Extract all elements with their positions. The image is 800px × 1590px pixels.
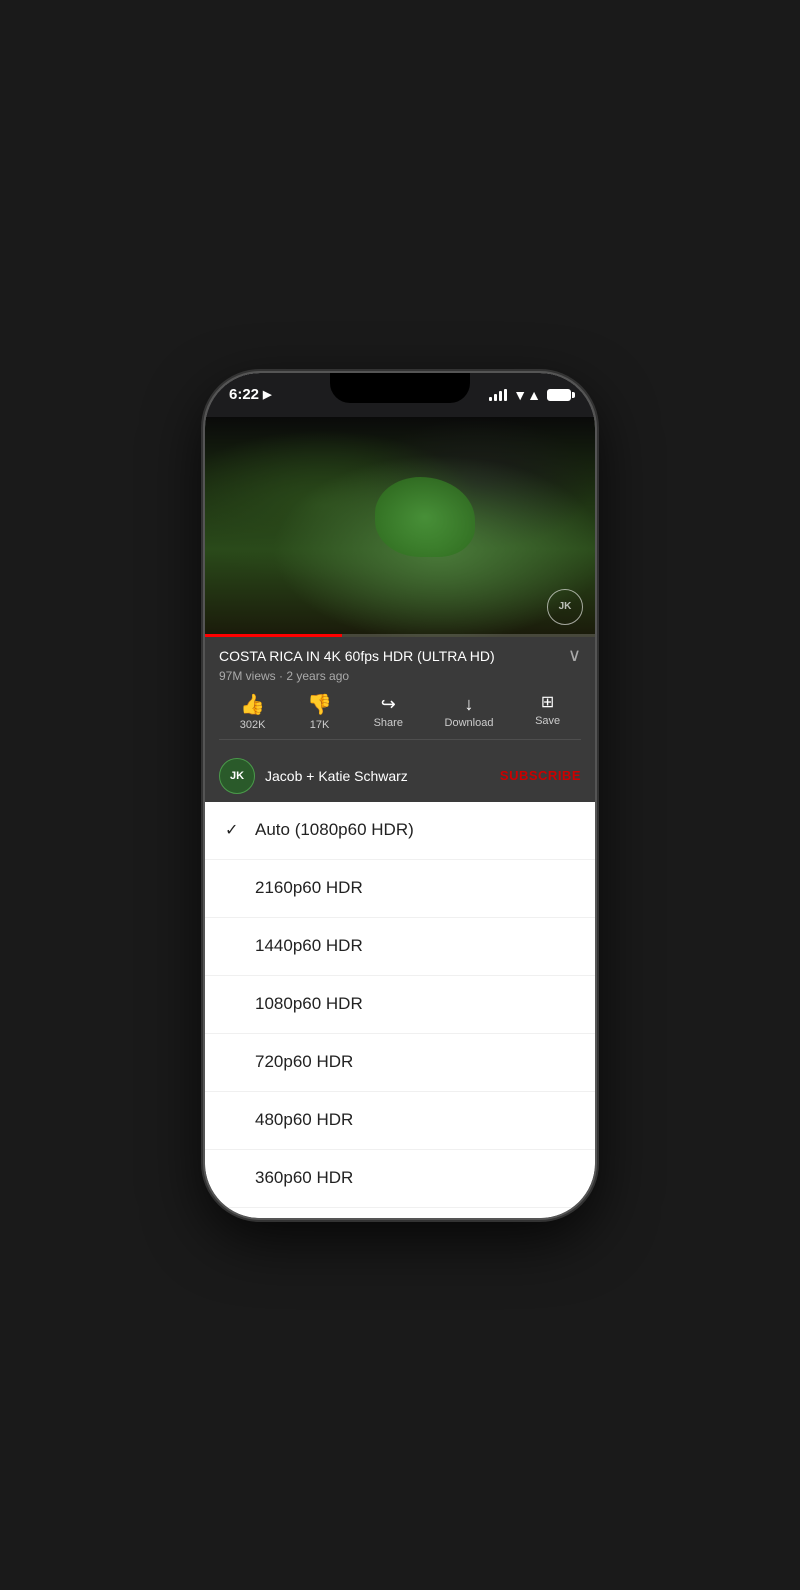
save-label: Save <box>535 715 560 727</box>
share-button[interactable]: ↪ Share <box>374 695 403 731</box>
video-title-row: COSTA RICA IN 4K 60fps HDR (ULTRA HD) ∨ <box>219 647 581 666</box>
quality-option-auto[interactable]: ✓ Auto (1080p60 HDR) <box>205 802 595 860</box>
quality-option-1440[interactable]: 1440p60 HDR <box>205 918 595 976</box>
share-label: Share <box>374 717 403 729</box>
quality-option-360[interactable]: 360p60 HDR <box>205 1150 595 1208</box>
download-label: Download <box>445 717 494 729</box>
quality-label-720: 720p60 HDR <box>255 1052 353 1072</box>
signal-icon <box>489 389 507 401</box>
quality-list: ✓ Auto (1080p60 HDR) 2160p60 HDR 1440p60… <box>205 802 595 1218</box>
like-count: 302K <box>240 719 266 731</box>
battery-icon <box>547 389 571 401</box>
like-icon: 👍 <box>240 695 265 715</box>
notch <box>330 373 470 403</box>
wifi-icon: ▼▲ <box>513 387 541 403</box>
quality-label-2160: 2160p60 HDR <box>255 878 363 898</box>
like-button[interactable]: 👍 302K <box>240 695 266 731</box>
video-meta: 97M views · 2 years ago <box>219 669 581 683</box>
channel-name[interactable]: Jacob + Katie Schwarz <box>265 768 500 784</box>
dislike-button[interactable]: 👎 17K <box>307 695 332 731</box>
quality-label-480: 480p60 HDR <box>255 1110 353 1130</box>
video-info-panel: COSTA RICA IN 4K 60fps HDR (ULTRA HD) ∨ … <box>205 637 595 750</box>
quality-label-1440: 1440p60 HDR <box>255 936 363 956</box>
status-time: 6:22 ▶ <box>229 386 272 403</box>
avatar[interactable]: JK <box>219 758 255 794</box>
share-icon: ↪ <box>381 695 396 713</box>
video-thumbnail[interactable]: JK <box>205 417 595 637</box>
save-icon: ⊞ <box>541 695 554 711</box>
location-icon: ▶ <box>263 388 271 401</box>
action-buttons-row: 👍 302K 👎 17K ↪ Share ↓ Download ⊞ Sa <box>219 683 581 740</box>
quality-option-240[interactable]: 240p60 HDR <box>205 1208 595 1218</box>
video-title: COSTA RICA IN 4K 60fps HDR (ULTRA HD) <box>219 647 560 665</box>
check-icon: ✓ <box>225 820 255 840</box>
phone-screen: 6:22 ▶ ▼▲ JK <box>205 373 595 1218</box>
download-icon: ↓ <box>465 695 474 713</box>
status-bar: 6:22 ▶ ▼▲ <box>205 373 595 417</box>
expand-chevron-icon[interactable]: ∨ <box>568 645 581 666</box>
status-icons: ▼▲ <box>489 387 571 403</box>
quality-label-360: 360p60 HDR <box>255 1168 353 1188</box>
video-progress-fill <box>205 634 342 637</box>
quality-label-1080: 1080p60 HDR <box>255 994 363 1014</box>
quality-option-480[interactable]: 480p60 HDR <box>205 1092 595 1150</box>
quality-option-1080[interactable]: 1080p60 HDR <box>205 976 595 1034</box>
video-progress-bar[interactable] <box>205 634 595 637</box>
channel-watermark: JK <box>547 589 583 625</box>
subscribe-button[interactable]: SUBSCRIBE <box>500 768 581 783</box>
channel-row: JK Jacob + Katie Schwarz SUBSCRIBE <box>205 750 595 802</box>
dislike-icon: 👎 <box>307 695 332 715</box>
phone-frame: 6:22 ▶ ▼▲ JK <box>205 373 595 1218</box>
quality-label-auto: Auto (1080p60 HDR) <box>255 820 414 840</box>
time-display: 6:22 <box>229 386 259 403</box>
quality-option-720[interactable]: 720p60 HDR <box>205 1034 595 1092</box>
quality-option-2160[interactable]: 2160p60 HDR <box>205 860 595 918</box>
save-button[interactable]: ⊞ Save <box>535 695 560 731</box>
download-button[interactable]: ↓ Download <box>445 695 494 731</box>
dislike-count: 17K <box>310 719 330 731</box>
quality-sheet: ✓ Auto (1080p60 HDR) 2160p60 HDR 1440p60… <box>205 802 595 1218</box>
